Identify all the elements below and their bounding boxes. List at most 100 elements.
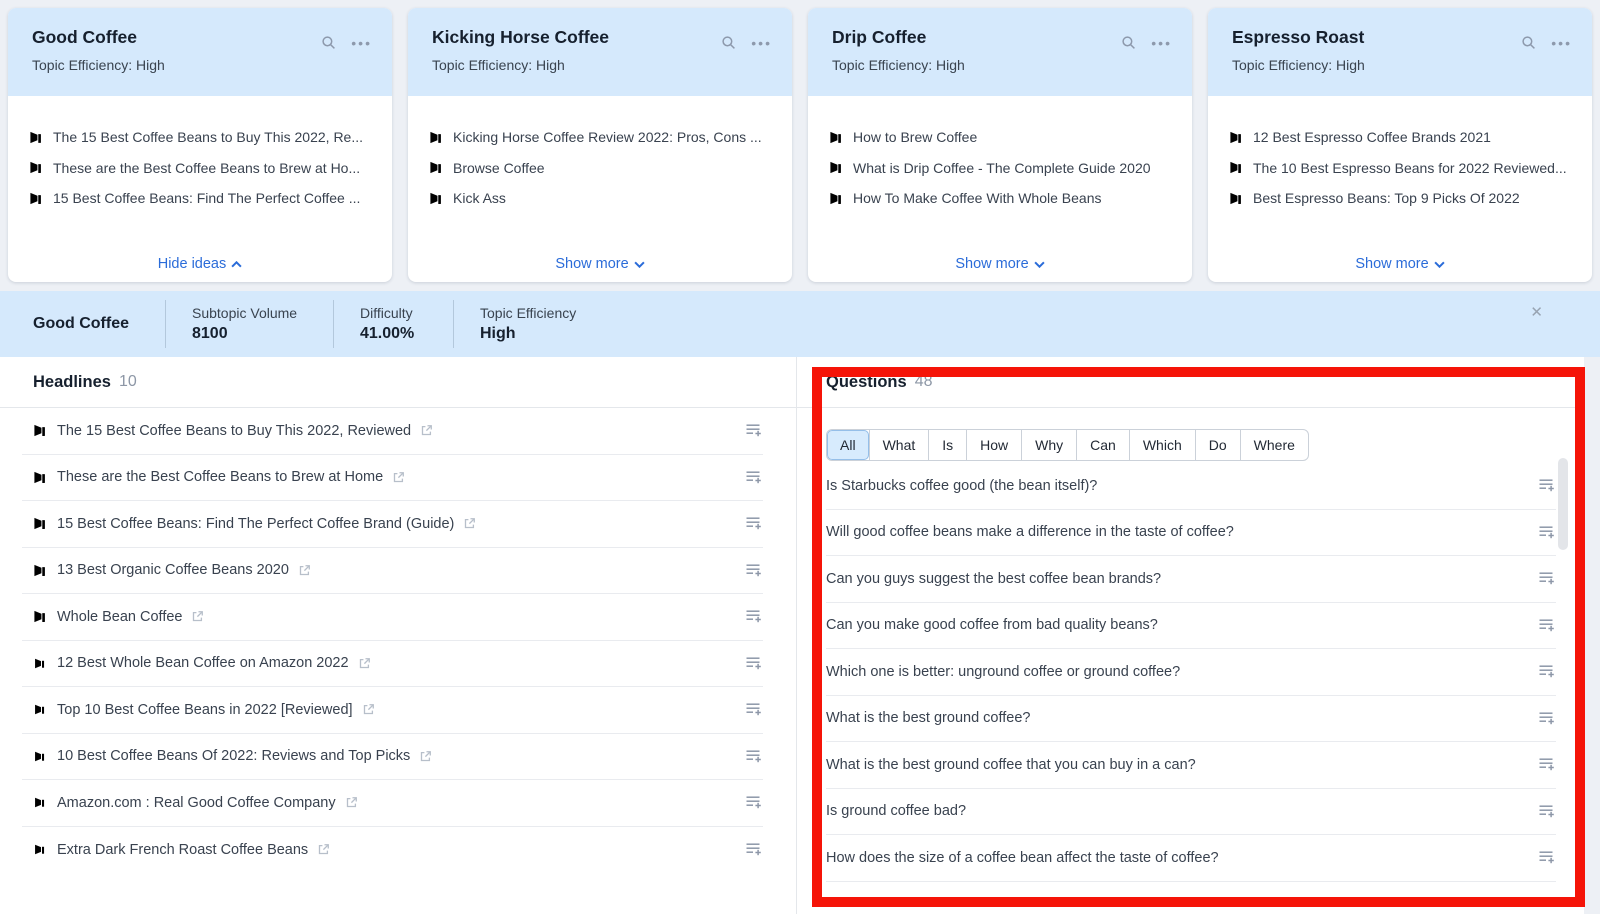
topic-efficiency-label: Topic Efficiency: High (1232, 57, 1568, 73)
headline-link[interactable]: 10 Best Coffee Beans Of 2022: Reviews an… (57, 748, 410, 764)
add-to-list-icon[interactable] (745, 749, 763, 764)
more-options-icon[interactable]: ••• (351, 38, 372, 48)
scrollbar[interactable] (1558, 458, 1568, 550)
headline-link[interactable]: These are the Best Coffee Beans to Brew … (57, 469, 383, 485)
headline-link[interactable]: 15 Best Coffee Beans: Find The Perfect C… (57, 516, 454, 532)
question-text[interactable]: Is Starbucks coffee good (the bean itsel… (826, 478, 1097, 494)
add-to-list-icon[interactable] (1538, 478, 1556, 493)
question-text[interactable]: Can you guys suggest the best coffee bea… (826, 571, 1161, 587)
question-text[interactable]: What is the best ground coffee that you … (826, 757, 1196, 773)
headline-link[interactable]: Amazon.com : Real Good Coffee Company (57, 795, 336, 811)
add-to-list-icon[interactable] (745, 563, 763, 578)
filter-which[interactable]: Which (1129, 430, 1195, 460)
add-to-list-icon[interactable] (1538, 618, 1556, 633)
add-to-list-icon[interactable] (1538, 525, 1556, 540)
search-icon[interactable] (1521, 35, 1537, 51)
add-to-list-icon[interactable] (745, 656, 763, 671)
add-to-list-icon[interactable] (745, 423, 763, 438)
external-link-icon[interactable] (392, 471, 405, 484)
filter-do[interactable]: Do (1195, 430, 1240, 460)
headline-link[interactable]: The 15 Best Coffee Beans to Buy This 202… (57, 423, 411, 439)
add-to-list-icon[interactable] (1538, 664, 1556, 679)
show-more-link[interactable]: Show more (408, 256, 792, 272)
external-link-icon[interactable] (420, 424, 433, 437)
question-row: Will good coffee beans make a difference… (826, 510, 1556, 557)
question-row: How does the size of a coffee bean affec… (826, 835, 1556, 882)
add-to-list-icon[interactable] (1538, 757, 1556, 772)
card-headline-item[interactable]: The 10 Best Espresso Beans for 2022 Revi… (1229, 153, 1574, 184)
add-to-list-icon[interactable] (745, 470, 763, 485)
question-text[interactable]: How does the size of a coffee bean affec… (826, 850, 1219, 866)
add-to-list-icon[interactable] (745, 795, 763, 810)
megaphone-icon (829, 160, 844, 175)
external-link-icon[interactable] (463, 517, 476, 530)
questions-title: Questions (826, 373, 907, 392)
filter-is[interactable]: Is (928, 430, 966, 460)
headline-link[interactable]: Top 10 Best Coffee Beans in 2022 [Review… (57, 702, 353, 718)
card-headline-item[interactable]: Browse Coffee (429, 153, 774, 184)
more-options-icon[interactable]: ••• (751, 38, 772, 48)
megaphone-icon (33, 702, 48, 717)
hide-ideas-link[interactable]: Hide ideas (8, 256, 392, 272)
add-to-list-icon[interactable] (1538, 711, 1556, 726)
filter-all[interactable]: All (827, 430, 869, 460)
add-to-list-icon[interactable] (745, 516, 763, 531)
add-to-list-icon[interactable] (1538, 850, 1556, 865)
topic-card-header: Good Coffee Topic Efficiency: High ••• (8, 8, 392, 96)
more-options-icon[interactable]: ••• (1151, 38, 1172, 48)
filter-how[interactable]: How (966, 430, 1021, 460)
chevron-down-icon (634, 261, 645, 268)
external-link-icon[interactable] (419, 750, 432, 763)
megaphone-icon (1229, 130, 1244, 145)
headline-row: 15 Best Coffee Beans: Find The Perfect C… (22, 501, 763, 548)
card-headline-item[interactable]: Kick Ass (429, 183, 774, 214)
show-more-link[interactable]: Show more (1208, 256, 1592, 272)
card-headline-list: Kicking Horse Coffee Review 2022: Pros, … (408, 96, 792, 214)
external-link-icon[interactable] (317, 843, 330, 856)
headline-link[interactable]: Whole Bean Coffee (57, 609, 182, 625)
question-text[interactable]: Will good coffee beans make a difference… (826, 524, 1234, 540)
card-headline-item[interactable]: These are the Best Coffee Beans to Brew … (29, 153, 374, 184)
add-to-list-icon[interactable] (745, 702, 763, 717)
card-headline-item[interactable]: What is Drip Coffee - The Complete Guide… (829, 153, 1174, 184)
card-headline-item[interactable]: Kicking Horse Coffee Review 2022: Pros, … (429, 122, 774, 153)
external-link-icon[interactable] (345, 796, 358, 809)
topic-efficiency-label: Topic Efficiency: High (432, 57, 768, 73)
add-to-list-icon[interactable] (745, 609, 763, 624)
card-headline-text: Kick Ass (453, 190, 506, 206)
external-link-icon[interactable] (298, 564, 311, 577)
filter-what[interactable]: What (869, 430, 929, 460)
external-link-icon[interactable] (358, 657, 371, 670)
external-link-icon[interactable] (191, 610, 204, 623)
search-icon[interactable] (321, 35, 337, 51)
add-to-list-icon[interactable] (745, 842, 763, 857)
show-more-link[interactable]: Show more (808, 256, 1192, 272)
card-headline-text: 12 Best Espresso Coffee Brands 2021 (1253, 129, 1491, 145)
headline-link[interactable]: 12 Best Whole Bean Coffee on Amazon 2022 (57, 655, 349, 671)
filter-where[interactable]: Where (1240, 430, 1308, 460)
filter-can[interactable]: Can (1076, 430, 1129, 460)
card-headline-item[interactable]: 12 Best Espresso Coffee Brands 2021 (1229, 122, 1574, 153)
card-headline-item[interactable]: How to Brew Coffee (829, 122, 1174, 153)
headline-link[interactable]: Extra Dark French Roast Coffee Beans (57, 842, 308, 858)
search-icon[interactable] (721, 35, 737, 51)
headline-link[interactable]: 13 Best Organic Coffee Beans 2020 (57, 562, 289, 578)
search-icon[interactable] (1121, 35, 1137, 51)
question-text[interactable]: Is ground coffee bad? (826, 803, 966, 819)
add-to-list-icon[interactable] (1538, 804, 1556, 819)
filter-why[interactable]: Why (1021, 430, 1076, 460)
topic-card-title: Drip Coffee (832, 27, 1168, 48)
question-row: Is Starbucks coffee good (the bean itsel… (826, 463, 1556, 510)
card-headline-item[interactable]: 15 Best Coffee Beans: Find The Perfect C… (29, 183, 374, 214)
add-to-list-icon[interactable] (1538, 571, 1556, 586)
megaphone-icon (33, 795, 48, 810)
more-options-icon[interactable]: ••• (1551, 38, 1572, 48)
card-headline-item[interactable]: The 15 Best Coffee Beans to Buy This 202… (29, 122, 374, 153)
external-link-icon[interactable] (362, 703, 375, 716)
card-headline-item[interactable]: How To Make Coffee With Whole Beans (829, 183, 1174, 214)
card-headline-item[interactable]: Best Espresso Beans: Top 9 Picks Of 2022 (1229, 183, 1574, 214)
question-text[interactable]: Can you make good coffee from bad qualit… (826, 617, 1158, 633)
question-text[interactable]: Which one is better: unground coffee or … (826, 664, 1180, 680)
question-text[interactable]: What is the best ground coffee? (826, 710, 1030, 726)
close-icon[interactable]: ✕ (1530, 303, 1543, 321)
